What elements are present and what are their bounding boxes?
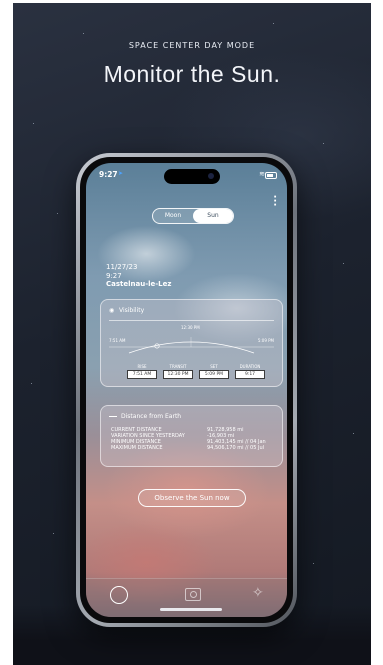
star-dot — [273, 23, 274, 24]
star-dot — [31, 383, 32, 384]
dynamic-island — [164, 169, 220, 184]
info-date: 11/27/23 — [106, 263, 138, 271]
star-dot — [83, 33, 84, 34]
duration-label: DURATION — [239, 364, 261, 369]
visibility-title: Visibility — [119, 307, 145, 314]
transit-value: 12:30 PM — [163, 370, 193, 379]
toggle-option-moon[interactable]: Moon — [153, 209, 193, 223]
rise-value: 7:51 AM — [127, 370, 157, 379]
star-dot — [353, 433, 354, 434]
star-dot — [323, 143, 324, 144]
sun-tab-icon[interactable] — [110, 586, 128, 604]
visibility-duration: DURATION 9:17 — [235, 364, 265, 379]
battery-icon — [265, 172, 277, 179]
phone-bezel: 9:27 ➤ ≋ · · · Moon Sun 11/27/23 9:27 Cast… — [80, 157, 293, 623]
star-dot — [33, 123, 34, 124]
distance-label: MAXIMUM DISTANCE — [111, 445, 163, 451]
status-time: 9:27 — [99, 170, 118, 179]
observe-sun-button[interactable]: Observe the Sun now — [138, 489, 246, 507]
info-time: 9:27 — [106, 271, 122, 280]
duration-value: 9:17 — [235, 370, 265, 379]
visibility-set: SET 5:09 PM — [199, 364, 229, 379]
star-dot — [343, 263, 344, 264]
visibility-rise: RISE 7:51 AM — [127, 364, 157, 379]
status-bar: 9:27 ➤ ≋ — [86, 163, 287, 185]
mode-toggle[interactable]: Moon Sun — [152, 208, 234, 224]
visibility-card: ◉ Visibility 12:30 PM 7:51 AM 5:09 PM RI… — [100, 299, 283, 387]
sun-arc — [128, 341, 255, 354]
card-divider — [109, 320, 274, 321]
sun-path-curve — [109, 337, 274, 354]
distance-title: Distance from Earth — [121, 413, 182, 420]
visibility-transit: TRANSIT 12:30 PM — [163, 364, 193, 379]
more-options-icon[interactable]: · · · — [273, 193, 277, 211]
date-location-info: 11/27/23 9:27 Castelnau-le-Lez — [106, 263, 171, 289]
hero-subtitle: SPACE CENTER DAY MODE — [128, 41, 256, 50]
phone-frame: 9:27 ➤ ≋ · · · Moon Sun 11/27/23 9:27 Cast… — [76, 153, 297, 627]
info-place: Castelnau-le-Lez — [106, 280, 172, 288]
hero-title: Monitor the Sun. — [103, 61, 281, 87]
camera-tab-icon[interactable] — [185, 588, 201, 601]
camera-dot — [208, 173, 214, 179]
transit-label: TRANSIT — [169, 364, 187, 369]
star-dot — [313, 563, 314, 564]
tab-bar: ✧ — [86, 578, 287, 617]
rise-label: RISE — [137, 364, 147, 369]
app-screen: 9:27 ➤ ≋ · · · Moon Sun 11/27/23 9:27 Cast… — [86, 163, 287, 617]
location-arrow-icon: ➤ — [118, 170, 124, 177]
dash-icon — [109, 416, 117, 417]
star-dot — [53, 533, 54, 534]
home-indicator[interactable] — [160, 608, 222, 611]
set-label: SET — [210, 364, 218, 369]
star-dot — [57, 213, 58, 214]
set-value: 5:09 PM — [199, 370, 229, 379]
distance-value: 94,506,170 mi // 05 Jul — [207, 445, 265, 451]
distance-card: Distance from Earth CURRENT DISTANCE 91,… — [100, 405, 283, 467]
toggle-option-sun[interactable]: Sun — [193, 209, 233, 223]
eye-icon: ◉ — [109, 307, 115, 314]
star-tab-icon[interactable]: ✧ — [252, 585, 264, 601]
